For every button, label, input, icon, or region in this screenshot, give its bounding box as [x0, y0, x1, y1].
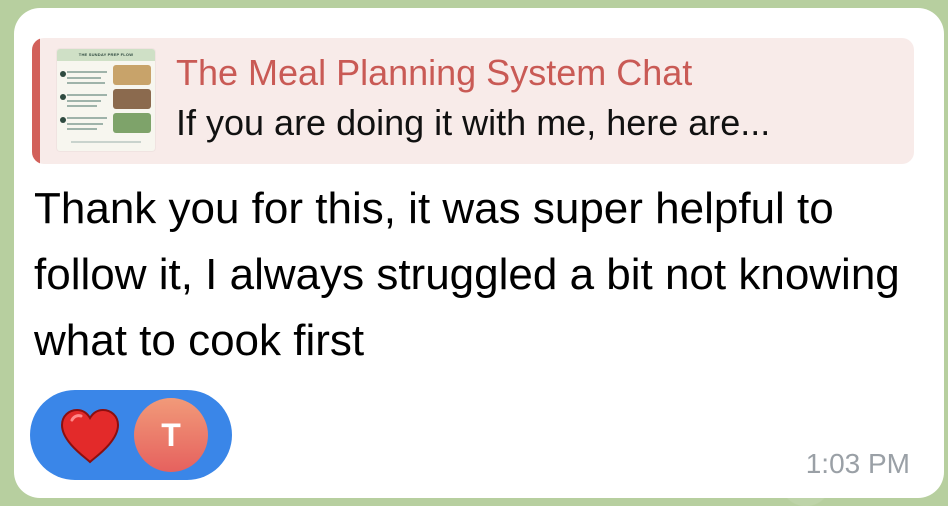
reaction-pill[interactable]: T: [30, 390, 232, 480]
thumbnail-step-dot: [60, 117, 66, 123]
thumbnail-step-dot: [60, 71, 66, 77]
message-timestamp: 1:03 PM: [805, 448, 910, 479]
thumbnail-line: [67, 94, 107, 96]
reply-quote[interactable]: THE SUNDAY PREP FLOW The Meal Planning S…: [32, 38, 914, 164]
thumbnail-line: [67, 71, 107, 73]
thumbnail-step-dot: [60, 94, 66, 100]
heart-icon: [60, 408, 120, 464]
thumbnail-title: THE SUNDAY PREP FLOW: [57, 49, 155, 61]
thumbnail-line: [67, 123, 103, 125]
thumbnail-line: [67, 100, 101, 102]
thumbnail-food-photo: [113, 113, 151, 133]
thumbnail-footer-line: [71, 141, 141, 143]
reply-accent-bar: [32, 38, 40, 164]
thumbnail-line: [67, 117, 107, 119]
avatar[interactable]: T: [134, 398, 208, 472]
reply-title: The Meal Planning System Chat: [176, 52, 693, 93]
thumbnail-line: [67, 128, 97, 130]
reply-thumbnail: THE SUNDAY PREP FLOW: [57, 49, 155, 151]
thumbnail-line: [67, 82, 105, 84]
avatar-initial: T: [161, 416, 181, 453]
thumbnail-food-photo: [113, 89, 151, 109]
message-bubble[interactable]: THE SUNDAY PREP FLOW The Meal Planning S…: [14, 8, 944, 498]
thumbnail-line: [67, 77, 101, 79]
thumbnail-food-photo: [113, 65, 151, 85]
message-text: Thank you for this, it was super helpful…: [34, 184, 900, 365]
thumbnail-line: [67, 105, 97, 107]
reply-preview-text: If you are doing it with me, here are...: [176, 102, 771, 143]
